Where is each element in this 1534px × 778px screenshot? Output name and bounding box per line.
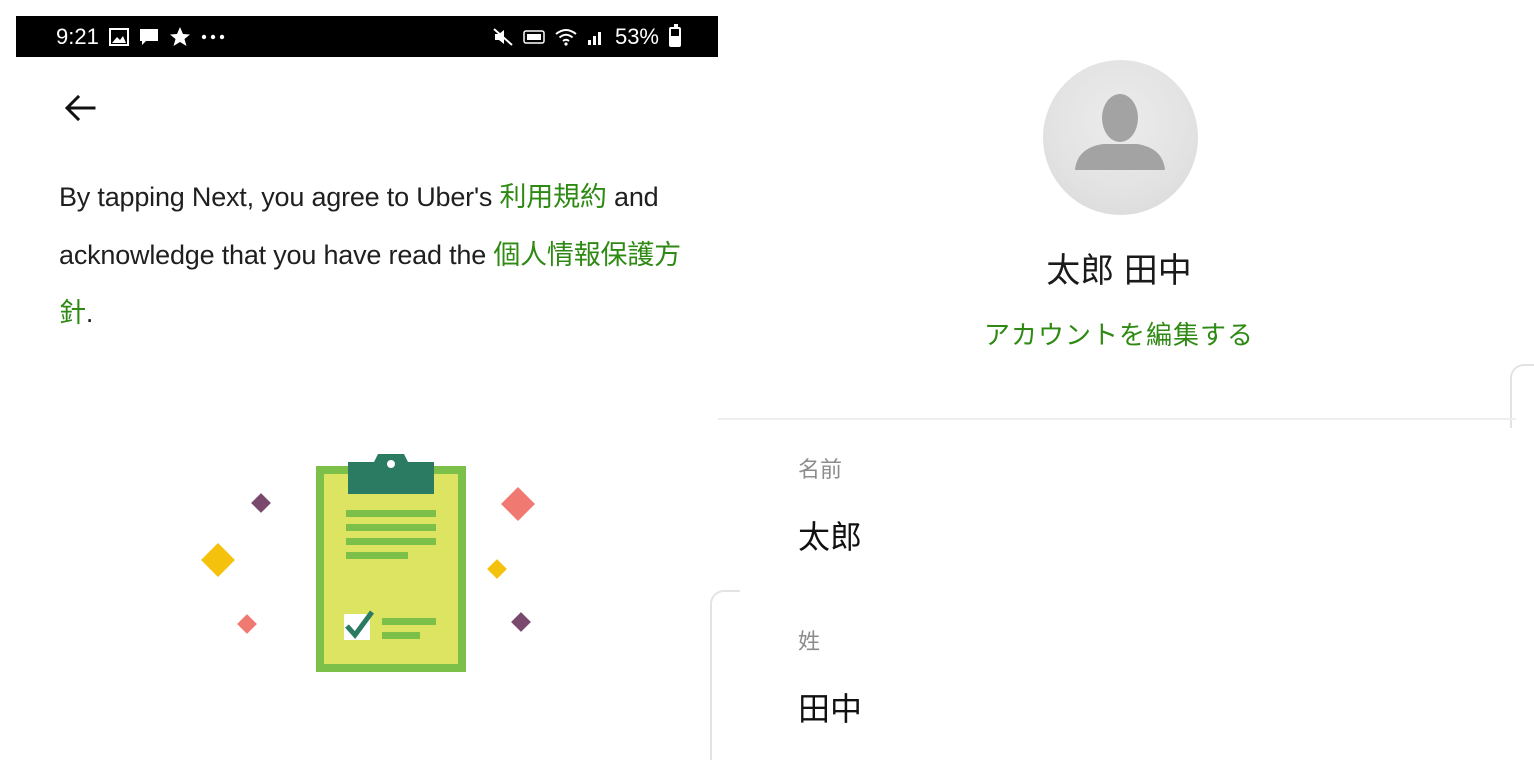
clipboard-illustration	[196, 434, 536, 679]
back-button[interactable]	[60, 88, 100, 128]
star-icon	[169, 26, 191, 47]
first-name-value: 太郎	[798, 519, 863, 555]
mute-icon	[493, 27, 513, 46]
status-bar-left: 9:21	[56, 24, 225, 50]
sparkle-yellow-right-icon	[487, 559, 507, 579]
terms-text-part1: By tapping Next, you agree to Uber's	[59, 182, 500, 212]
avatar[interactable]	[1043, 60, 1198, 215]
profile-screen: 太郎 田中 アカウントを編集する 名前 太郎 姓 田中	[710, 0, 1534, 778]
more-icon	[201, 34, 225, 40]
battery-percent: 53%	[614, 23, 659, 49]
terms-agreement-text: By tapping Next, you agree to Uber's 利用規…	[59, 168, 699, 342]
sheet-edge-decoration	[710, 590, 740, 760]
arrow-left-icon	[64, 94, 96, 122]
gallery-icon	[108, 27, 129, 46]
sparkle-yellow-left-icon	[201, 543, 235, 577]
status-bar-right: 53%	[493, 23, 681, 50]
section-divider	[718, 418, 1516, 420]
message-icon	[139, 28, 159, 46]
status-time: 9:21	[56, 23, 99, 49]
last-name-value: 田中	[798, 691, 863, 727]
user-silhouette-icon	[1075, 94, 1165, 170]
battery-icon	[669, 23, 681, 47]
sparkle-purple-right-icon	[511, 612, 531, 632]
sparkle-pink-left-icon	[237, 614, 257, 634]
last-name-field[interactable]: 姓 田中	[778, 612, 1508, 742]
signal-icon	[587, 28, 605, 46]
terms-of-use-link[interactable]: 利用規約	[500, 182, 607, 212]
terms-text-part3: .	[85, 298, 94, 328]
first-name-label: 名前	[798, 457, 843, 482]
status-bar: 9:21 53%	[16, 16, 719, 57]
first-name-field[interactable]: 名前 太郎	[778, 440, 1508, 570]
sparkle-coral-right-icon	[501, 487, 535, 521]
wifi-icon	[555, 28, 577, 46]
last-name-label: 姓	[798, 629, 821, 654]
volte-icon	[523, 29, 545, 44]
sparkle-purple-top-icon	[251, 493, 271, 513]
edit-account-link[interactable]: アカウントを編集する	[718, 315, 1520, 352]
terms-screen: 9:21 53% By tapping Next, you agree to U…	[16, 16, 719, 778]
profile-name: 太郎 田中	[1046, 252, 1192, 290]
